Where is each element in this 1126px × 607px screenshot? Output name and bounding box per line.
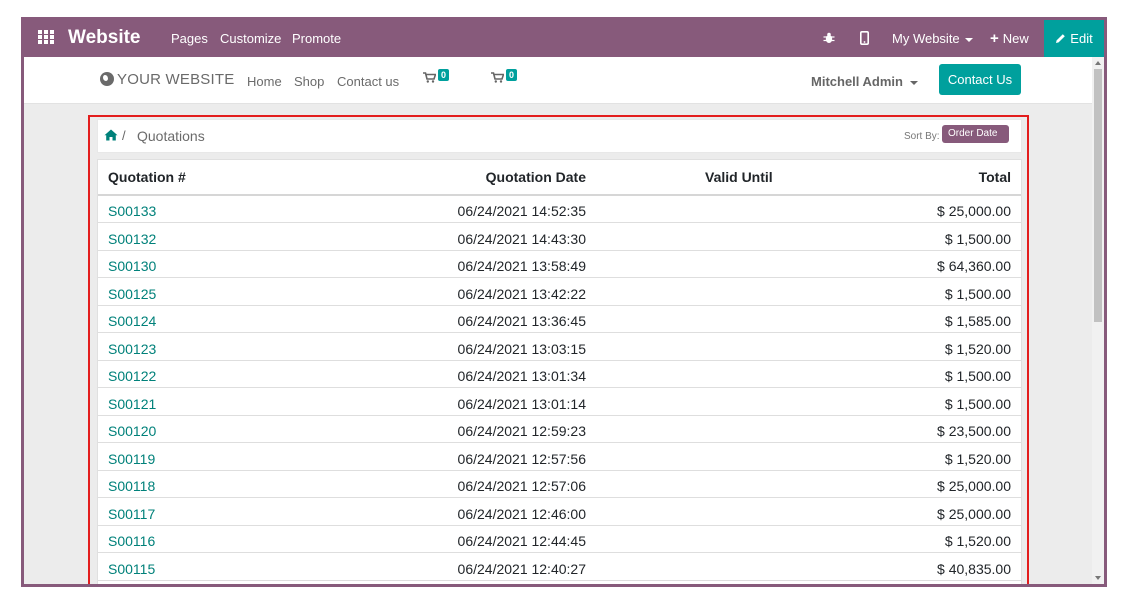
- cart-count-badge: 0: [438, 69, 450, 81]
- nav-home[interactable]: Home: [247, 74, 282, 89]
- cart-link[interactable]: 0: [423, 69, 450, 86]
- highlight-annotation-box: [88, 115, 1029, 584]
- globe-icon: [100, 72, 114, 86]
- new-button-label: New: [1002, 31, 1029, 46]
- user-menu-dropdown[interactable]: Mitchell Admin: [811, 74, 918, 89]
- plus-icon: +: [990, 30, 999, 47]
- app-title[interactable]: Website: [68, 27, 141, 49]
- website-selector-label: My Website: [892, 31, 960, 46]
- nav-shop[interactable]: Shop: [294, 74, 324, 89]
- page-scrollbar[interactable]: [1092, 57, 1104, 584]
- edit-button-label: Edit: [1070, 31, 1093, 46]
- website-navbar: YOUR WEBSITE Home Shop Contact us 0 0 Mi…: [24, 57, 1092, 104]
- website-logo[interactable]: YOUR WEBSITE: [100, 71, 234, 88]
- debug-bug-icon[interactable]: [823, 32, 835, 44]
- shopping-cart-icon: [491, 72, 505, 83]
- shopping-cart-icon: [423, 72, 437, 83]
- menu-promote[interactable]: Promote: [292, 31, 341, 46]
- odoo-top-bar: Website Pages Customize Promote My Websi…: [24, 20, 1104, 57]
- pencil-icon: [1056, 34, 1066, 43]
- scroll-down-arrow-icon[interactable]: [1095, 576, 1101, 580]
- apps-grid-icon[interactable]: [38, 30, 54, 44]
- scroll-up-arrow-icon[interactable]: [1095, 61, 1101, 65]
- new-button[interactable]: + New: [990, 31, 1029, 46]
- website-selector-dropdown[interactable]: My Website: [892, 31, 973, 46]
- menu-pages[interactable]: Pages: [171, 31, 208, 46]
- cart-link-secondary[interactable]: 0: [491, 69, 518, 86]
- edit-button[interactable]: Edit: [1044, 20, 1104, 57]
- logo-text: YOUR WEBSITE: [117, 71, 235, 88]
- user-name: Mitchell Admin: [811, 74, 903, 89]
- mobile-preview-icon[interactable]: [860, 31, 869, 45]
- chevron-down-icon: [909, 80, 918, 85]
- browser-frame: Website Pages Customize Promote My Websi…: [21, 17, 1107, 587]
- cart-count-badge: 0: [506, 69, 518, 81]
- contact-us-button[interactable]: Contact Us: [939, 64, 1021, 95]
- menu-customize[interactable]: Customize: [220, 31, 281, 46]
- chevron-down-icon: [964, 37, 973, 42]
- nav-contact-us[interactable]: Contact us: [337, 74, 399, 89]
- scrollbar-thumb[interactable]: [1094, 69, 1102, 322]
